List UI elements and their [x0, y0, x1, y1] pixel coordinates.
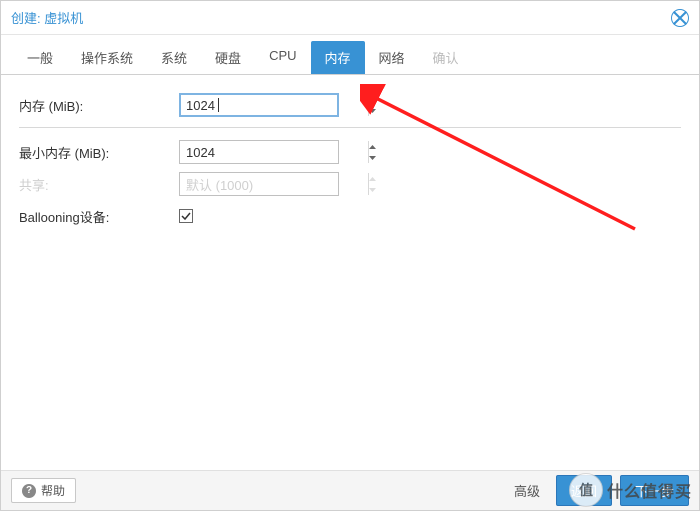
- spin-down-icon[interactable]: [369, 105, 376, 116]
- dialog-footer: ? 帮助 高级 返回 下一步: [1, 470, 699, 510]
- dialog-title: 创建: 虚拟机: [11, 8, 83, 27]
- ballooning-row: Ballooning设备:: [19, 200, 681, 232]
- tab-disk[interactable]: 硬盘: [201, 41, 255, 74]
- help-label: 帮助: [41, 482, 65, 499]
- tab-cpu[interactable]: CPU: [255, 41, 310, 74]
- memory-label: 内存 (MiB):: [19, 96, 179, 115]
- tab-confirm: 确认: [419, 41, 473, 74]
- min-memory-spin-buttons: [368, 141, 376, 163]
- spin-down-icon: [369, 184, 376, 195]
- tab-memory[interactable]: 内存: [311, 41, 365, 74]
- ballooning-checkbox[interactable]: [179, 209, 193, 223]
- advanced-label[interactable]: 高级: [514, 481, 540, 500]
- shares-spin-buttons: [368, 173, 376, 195]
- shares-input: [180, 173, 368, 195]
- help-button[interactable]: ? 帮助: [11, 478, 76, 503]
- help-icon: ?: [22, 484, 36, 498]
- titlebar: 创建: 虚拟机: [1, 1, 699, 35]
- min-memory-input[interactable]: [180, 141, 368, 163]
- memory-input[interactable]: [180, 94, 368, 116]
- separator: [19, 127, 681, 128]
- form-panel: 内存 (MiB): 最小内存 (MiB): 共享:: [1, 75, 699, 470]
- tab-network[interactable]: 网络: [365, 41, 419, 74]
- next-button[interactable]: 下一步: [620, 475, 689, 506]
- shares-row: 共享:: [19, 168, 681, 200]
- close-icon[interactable]: [671, 9, 689, 27]
- memory-row: 内存 (MiB):: [19, 89, 681, 121]
- back-button[interactable]: 返回: [556, 475, 612, 506]
- min-memory-spinner[interactable]: [179, 140, 339, 164]
- spin-down-icon[interactable]: [369, 152, 376, 163]
- tab-general[interactable]: 一般: [13, 41, 67, 74]
- tab-os[interactable]: 操作系统: [67, 41, 147, 74]
- spin-up-icon[interactable]: [369, 141, 376, 152]
- wizard-tabs: 一般 操作系统 系统 硬盘 CPU 内存 网络 确认: [1, 35, 699, 75]
- shares-spinner: [179, 172, 339, 196]
- spin-up-icon[interactable]: [369, 94, 376, 105]
- memory-spin-buttons: [368, 94, 376, 116]
- spin-up-icon: [369, 173, 376, 184]
- min-memory-label: 最小内存 (MiB):: [19, 143, 179, 162]
- tab-system[interactable]: 系统: [147, 41, 201, 74]
- min-memory-row: 最小内存 (MiB):: [19, 136, 681, 168]
- create-vm-dialog: 创建: 虚拟机 一般 操作系统 系统 硬盘 CPU 内存 网络 确认 内存 (M…: [0, 0, 700, 511]
- ballooning-label: Ballooning设备:: [19, 207, 179, 226]
- memory-spinner[interactable]: [179, 93, 339, 117]
- shares-label: 共享:: [19, 175, 179, 194]
